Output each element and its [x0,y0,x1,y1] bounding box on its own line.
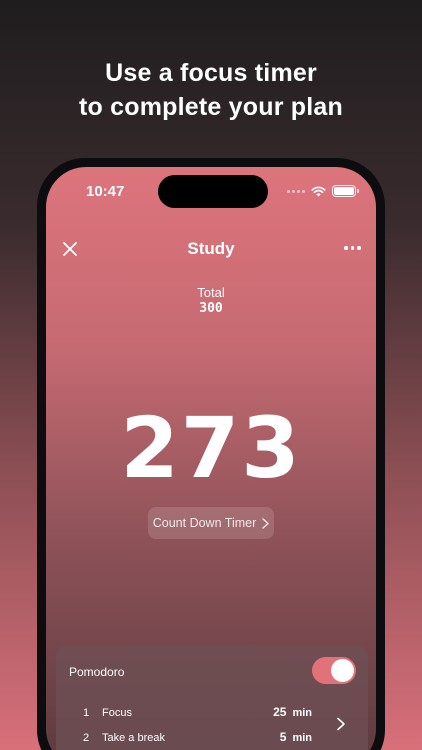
pomodoro-toggle[interactable] [312,657,356,684]
pomodoro-panel: Pomodoro 1 Focus 25 min 2 Take a break 5m… [56,645,368,750]
timer-mode-label: Count Down Timer [152,516,257,530]
phone-frame: 10:47 Study Total 300 273 Count Down Tim… [37,158,385,750]
chevron-right-icon [262,517,269,529]
step-minutes: 25 [273,705,287,719]
total-value: 300 [199,301,223,316]
step-duration: 5 min [280,730,312,744]
timer-count: 273 [120,399,302,497]
headline-line-1: Use a focus timer [105,59,317,87]
cellular-signal-icon [287,189,305,193]
step-minutes: 5 [279,730,287,744]
list-item: 1 Focus 25 min [56,705,368,723]
status-indicators [287,185,359,197]
toggle-knob [331,659,354,682]
step-number: 2 [83,732,90,744]
wifi-icon [311,186,326,196]
more-icon[interactable] [344,241,362,255]
chevron-right-icon[interactable] [336,717,346,731]
total-label: Total [197,285,225,300]
list-item: 2 Take a break 5 min [56,730,368,748]
dynamic-island [158,175,268,208]
nav-bar: Study [46,237,376,261]
step-duration: 25 min [273,705,312,719]
headline-line-2: to complete your plan [79,93,343,121]
marketing-headline: Use a focus timer to complete your plan [0,56,422,124]
status-time: 10:47 [86,183,125,200]
step-number: 1 [83,707,90,719]
step-label: Focus [102,707,132,719]
step-unit: min [292,707,312,719]
phone-screen: 10:47 Study Total 300 273 Count Down Tim… [46,167,376,750]
battery-icon [332,185,359,197]
pomodoro-title: Pomodoro [69,665,125,679]
timer-mode-button[interactable]: Count Down Timer [148,507,274,539]
page-title: Study [187,239,235,258]
step-label: Take a break [102,732,165,744]
step-unit: min [292,732,312,744]
